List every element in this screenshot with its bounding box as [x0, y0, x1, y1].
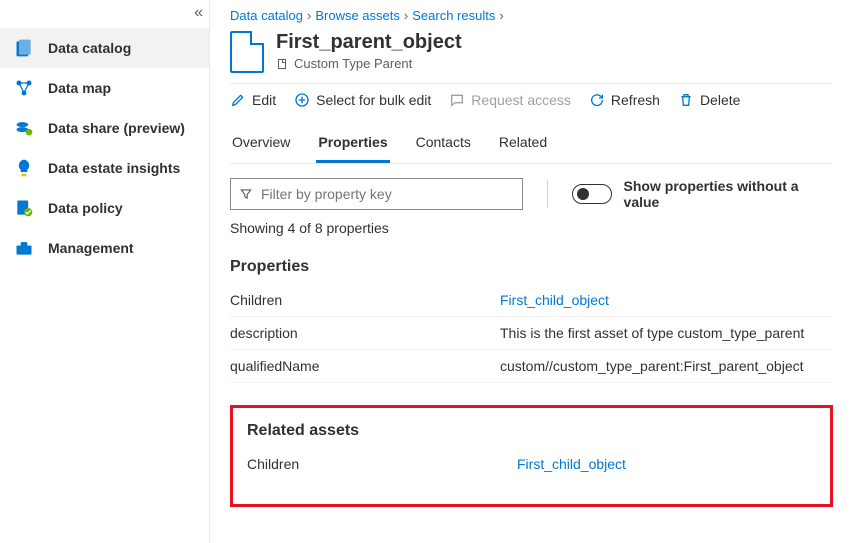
- property-row: description This is the first asset of t…: [230, 317, 833, 350]
- sidebar-item-management[interactable]: Management: [0, 228, 209, 268]
- sidebar-item-data-map[interactable]: Data map: [0, 68, 209, 108]
- page-title: First_parent_object: [276, 31, 462, 54]
- delete-button[interactable]: Delete: [678, 92, 740, 108]
- property-key: qualifiedName: [230, 358, 500, 374]
- document-icon: [230, 31, 264, 73]
- breadcrumb-item[interactable]: Search results: [412, 8, 495, 23]
- refresh-icon: [589, 92, 605, 108]
- sidebar-item-data-estate-insights[interactable]: Data estate insights: [0, 148, 209, 188]
- vertical-divider: [547, 180, 548, 208]
- request-access-button: Request access: [449, 92, 571, 108]
- chat-icon: [449, 92, 465, 108]
- chevron-right-icon: ›: [307, 8, 311, 23]
- nav-list: Data catalog Data map Data share (previe…: [0, 28, 209, 268]
- property-key: description: [230, 325, 500, 341]
- map-icon: [14, 78, 34, 98]
- select-bulk-button[interactable]: Select for bulk edit: [294, 92, 431, 108]
- edit-label: Edit: [252, 92, 276, 108]
- property-value-link[interactable]: First_child_object: [500, 292, 833, 308]
- property-row: qualifiedName custom//custom_type_parent…: [230, 350, 833, 383]
- property-value: custom//custom_type_parent:First_parent_…: [500, 358, 833, 374]
- toolbar: Edit Select for bulk edit Request access…: [230, 83, 833, 116]
- refresh-button[interactable]: Refresh: [589, 92, 660, 108]
- sidebar-item-label: Data catalog: [48, 40, 131, 56]
- breadcrumb: Data catalog › Browse assets › Search re…: [230, 8, 833, 23]
- main-content: Data catalog › Browse assets › Search re…: [210, 0, 853, 543]
- toggle-show-empty[interactable]: Show properties without a value: [572, 178, 833, 210]
- tabs: Overview Properties Contacts Related: [230, 124, 833, 164]
- filter-input-wrapper[interactable]: [230, 178, 523, 210]
- policy-icon: [14, 198, 34, 218]
- property-key: Children: [230, 292, 500, 308]
- catalog-icon: [14, 38, 34, 58]
- tab-properties[interactable]: Properties: [316, 124, 389, 163]
- delete-label: Delete: [700, 92, 740, 108]
- chevron-right-icon: ›: [499, 8, 503, 23]
- property-value: This is the first asset of type custom_t…: [500, 325, 833, 341]
- tab-related[interactable]: Related: [497, 124, 549, 163]
- lightbulb-icon: [14, 158, 34, 178]
- collapse-sidebar-button[interactable]: «: [194, 4, 203, 22]
- filter-row: Show properties without a value: [230, 178, 833, 210]
- related-row: Children First_child_object: [247, 448, 816, 480]
- share-icon: [14, 118, 34, 138]
- toggle-label: Show properties without a value: [624, 178, 833, 210]
- sidebar-item-label: Data share (preview): [48, 120, 185, 136]
- sidebar-item-data-policy[interactable]: Data policy: [0, 188, 209, 228]
- related-heading: Related assets: [247, 422, 816, 440]
- trash-icon: [678, 92, 694, 108]
- breadcrumb-item[interactable]: Data catalog: [230, 8, 303, 23]
- tab-contacts[interactable]: Contacts: [414, 124, 473, 163]
- filter-icon: [239, 187, 253, 201]
- select-bulk-label: Select for bulk edit: [316, 92, 431, 108]
- showing-count: Showing 4 of 8 properties: [230, 220, 833, 236]
- sidebar-item-label: Management: [48, 240, 134, 256]
- sidebar-item-data-catalog[interactable]: Data catalog: [0, 28, 209, 68]
- chevron-right-icon: ›: [404, 8, 408, 23]
- asset-header: First_parent_object Custom Type Parent: [230, 31, 833, 73]
- related-assets-box: Related assets Children First_child_obje…: [230, 405, 833, 507]
- toolbox-icon: [14, 238, 34, 258]
- type-icon: [276, 58, 288, 70]
- sidebar-item-label: Data estate insights: [48, 160, 180, 176]
- properties-heading: Properties: [230, 258, 833, 276]
- tab-overview[interactable]: Overview: [230, 124, 292, 163]
- related-key: Children: [247, 456, 517, 472]
- filter-input[interactable]: [261, 186, 514, 202]
- property-row: Children First_child_object: [230, 284, 833, 317]
- sidebar-item-label: Data map: [48, 80, 111, 96]
- refresh-label: Refresh: [611, 92, 660, 108]
- request-access-label: Request access: [471, 92, 571, 108]
- breadcrumb-item[interactable]: Browse assets: [315, 8, 400, 23]
- edit-button[interactable]: Edit: [230, 92, 276, 108]
- sidebar: « Data catalog Data map Data share (prev…: [0, 0, 210, 543]
- asset-subtype: Custom Type Parent: [276, 56, 462, 71]
- plus-circle-icon: [294, 92, 310, 108]
- sidebar-item-label: Data policy: [48, 200, 123, 216]
- asset-subtype-text: Custom Type Parent: [294, 56, 412, 71]
- related-value-link[interactable]: First_child_object: [517, 456, 816, 472]
- toggle-switch[interactable]: [572, 184, 611, 204]
- pencil-icon: [230, 92, 246, 108]
- sidebar-item-data-share[interactable]: Data share (preview): [0, 108, 209, 148]
